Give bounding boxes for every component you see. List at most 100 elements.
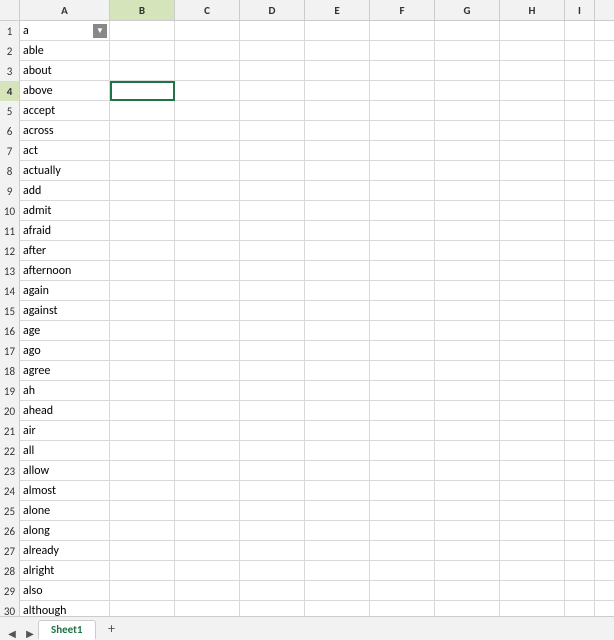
nav-right-arrow[interactable]: ▶: [22, 626, 38, 640]
cell-f13[interactable]: [370, 261, 435, 281]
cell-h5[interactable]: [500, 101, 565, 121]
cell-e23[interactable]: [305, 461, 370, 481]
cell-e29[interactable]: [305, 581, 370, 601]
cell-g11[interactable]: [435, 221, 500, 241]
cell-e30[interactable]: [305, 601, 370, 616]
cell-d4[interactable]: [240, 81, 305, 101]
cell-g28[interactable]: [435, 561, 500, 581]
cell-b4[interactable]: [110, 81, 175, 101]
cell-c2[interactable]: [175, 41, 240, 61]
cell-d9[interactable]: [240, 181, 305, 201]
cell-f24[interactable]: [370, 481, 435, 501]
cell-h16[interactable]: [500, 321, 565, 341]
cell-c6[interactable]: [175, 121, 240, 141]
cell-i24[interactable]: [565, 481, 595, 501]
cell-f21[interactable]: [370, 421, 435, 441]
cell-d25[interactable]: [240, 501, 305, 521]
cell-i20[interactable]: [565, 401, 595, 421]
col-header-c[interactable]: C: [175, 0, 240, 20]
cell-g29[interactable]: [435, 581, 500, 601]
cell-f9[interactable]: [370, 181, 435, 201]
cell-c30[interactable]: [175, 601, 240, 616]
cell-e27[interactable]: [305, 541, 370, 561]
cell-c21[interactable]: [175, 421, 240, 441]
cell-e21[interactable]: [305, 421, 370, 441]
cell-b3[interactable]: [110, 61, 175, 81]
cell-i4[interactable]: [565, 81, 595, 101]
col-header-g[interactable]: G: [435, 0, 500, 20]
cell-b1[interactable]: [110, 21, 175, 41]
cell-b14[interactable]: [110, 281, 175, 301]
cell-e28[interactable]: [305, 561, 370, 581]
cell-h30[interactable]: [500, 601, 565, 616]
cell-h1[interactable]: [500, 21, 565, 41]
cell-c26[interactable]: [175, 521, 240, 541]
cell-e17[interactable]: [305, 341, 370, 361]
cell-f1[interactable]: [370, 21, 435, 41]
cell-d18[interactable]: [240, 361, 305, 381]
cell-f14[interactable]: [370, 281, 435, 301]
cell-f3[interactable]: [370, 61, 435, 81]
cell-d20[interactable]: [240, 401, 305, 421]
cell-f7[interactable]: [370, 141, 435, 161]
cell-i29[interactable]: [565, 581, 595, 601]
cell-g8[interactable]: [435, 161, 500, 181]
cell-e20[interactable]: [305, 401, 370, 421]
cell-e15[interactable]: [305, 301, 370, 321]
cell-c9[interactable]: [175, 181, 240, 201]
cell-i18[interactable]: [565, 361, 595, 381]
cell-c29[interactable]: [175, 581, 240, 601]
cell-g27[interactable]: [435, 541, 500, 561]
cell-c1[interactable]: [175, 21, 240, 41]
cell-d29[interactable]: [240, 581, 305, 601]
cell-i22[interactable]: [565, 441, 595, 461]
cell-e7[interactable]: [305, 141, 370, 161]
cell-h9[interactable]: [500, 181, 565, 201]
cell-h6[interactable]: [500, 121, 565, 141]
cell-d13[interactable]: [240, 261, 305, 281]
cell-b20[interactable]: [110, 401, 175, 421]
col-header-a[interactable]: A: [20, 0, 110, 20]
cell-b22[interactable]: [110, 441, 175, 461]
cell-i5[interactable]: [565, 101, 595, 121]
cell-f29[interactable]: [370, 581, 435, 601]
cell-f17[interactable]: [370, 341, 435, 361]
cell-c7[interactable]: [175, 141, 240, 161]
cell-b13[interactable]: [110, 261, 175, 281]
cell-a25[interactable]: alone: [20, 501, 110, 521]
cell-d6[interactable]: [240, 121, 305, 141]
cell-f8[interactable]: [370, 161, 435, 181]
cell-b2[interactable]: [110, 41, 175, 61]
cell-e2[interactable]: [305, 41, 370, 61]
cell-i15[interactable]: [565, 301, 595, 321]
cell-d27[interactable]: [240, 541, 305, 561]
cell-g24[interactable]: [435, 481, 500, 501]
cell-d21[interactable]: [240, 421, 305, 441]
cell-c19[interactable]: [175, 381, 240, 401]
cell-a8[interactable]: actually: [20, 161, 110, 181]
cell-e12[interactable]: [305, 241, 370, 261]
cell-g14[interactable]: [435, 281, 500, 301]
cell-i12[interactable]: [565, 241, 595, 261]
cell-f11[interactable]: [370, 221, 435, 241]
cell-f6[interactable]: [370, 121, 435, 141]
cell-e9[interactable]: [305, 181, 370, 201]
cell-i16[interactable]: [565, 321, 595, 341]
cell-d8[interactable]: [240, 161, 305, 181]
cell-b18[interactable]: [110, 361, 175, 381]
cell-d24[interactable]: [240, 481, 305, 501]
cell-c17[interactable]: [175, 341, 240, 361]
cell-h2[interactable]: [500, 41, 565, 61]
cell-h21[interactable]: [500, 421, 565, 441]
cell-e10[interactable]: [305, 201, 370, 221]
cell-c4[interactable]: [175, 81, 240, 101]
cell-g18[interactable]: [435, 361, 500, 381]
cell-c23[interactable]: [175, 461, 240, 481]
col-header-d[interactable]: D: [240, 0, 305, 20]
cell-d12[interactable]: [240, 241, 305, 261]
cell-g15[interactable]: [435, 301, 500, 321]
cell-a24[interactable]: almost: [20, 481, 110, 501]
cell-a2[interactable]: able: [20, 41, 110, 61]
cell-b6[interactable]: [110, 121, 175, 141]
cell-h12[interactable]: [500, 241, 565, 261]
